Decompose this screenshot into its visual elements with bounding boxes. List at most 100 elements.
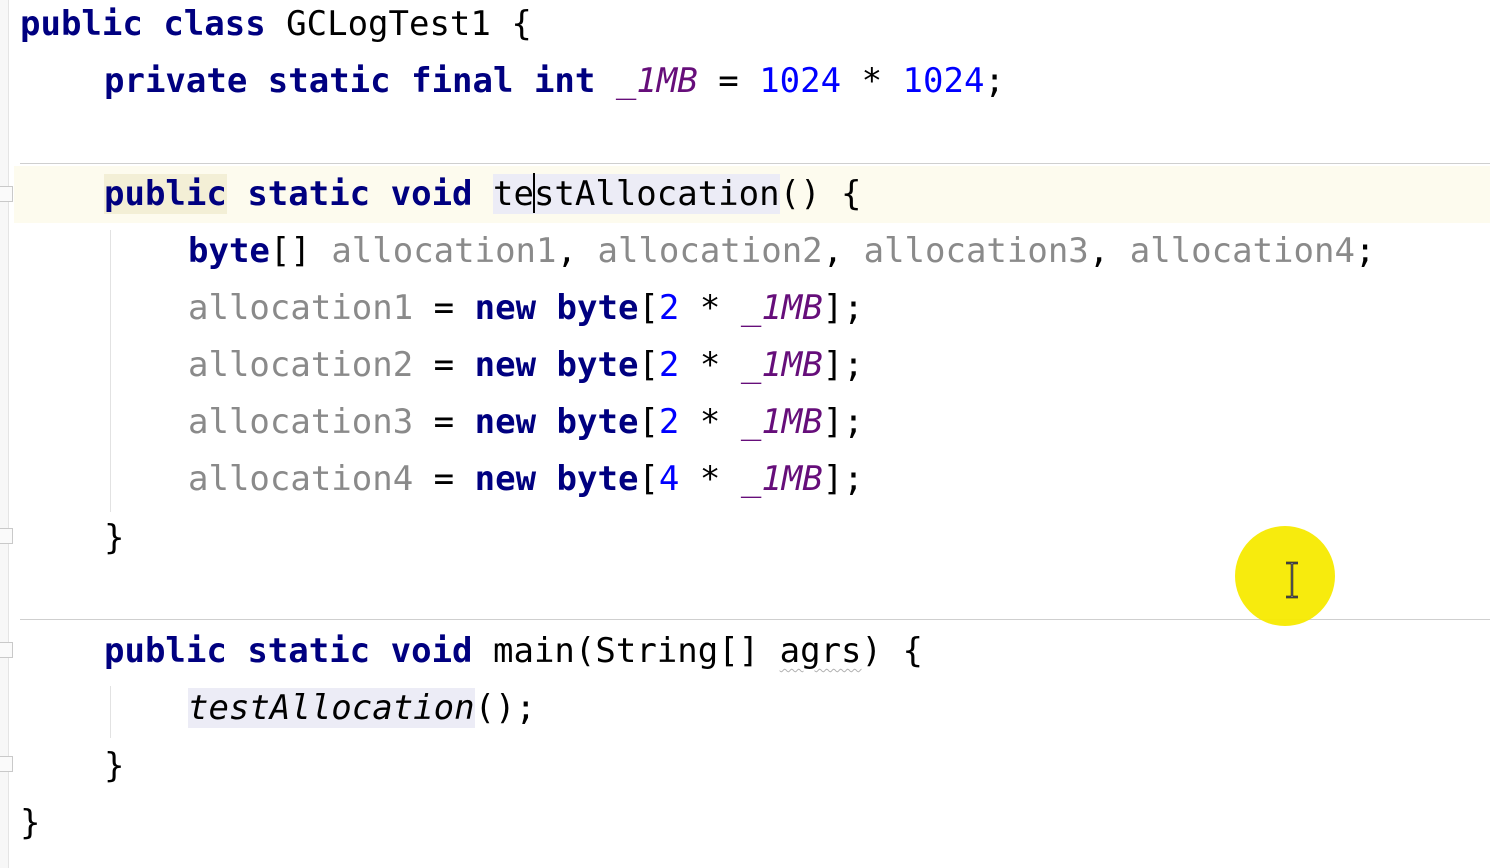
operator: = (433, 459, 455, 499)
semicolon: ; (1354, 231, 1376, 271)
static-field: _1MB (740, 288, 823, 328)
number: 2 (658, 402, 680, 442)
code-line-3[interactable]: public static void testAllocation() { (104, 166, 862, 223)
unused-variable: allocation4 (1129, 231, 1355, 271)
code-line-12[interactable]: } (104, 738, 124, 795)
keyword: byte (556, 459, 639, 499)
code-line-7[interactable]: allocation3 = new byte[2 * _1MB]; (188, 394, 864, 451)
brace: { (841, 174, 862, 214)
paren: ) (861, 631, 882, 671)
keyword: byte (556, 402, 639, 442)
number: 1024 (902, 61, 985, 101)
static-field: _1MB (740, 459, 823, 499)
operator: * (699, 345, 721, 385)
code-line-6[interactable]: allocation2 = new byte[2 * _1MB]; (188, 337, 864, 394)
indent-guide (110, 230, 111, 512)
param-name: agrs (779, 631, 862, 671)
keyword: new (474, 288, 537, 328)
static-field: _1MB (615, 61, 698, 101)
keyword: byte (556, 345, 639, 385)
static-field: _1MB (740, 345, 823, 385)
unused-variable: allocation2 (188, 345, 414, 385)
unused-variable: allocation4 (188, 459, 414, 499)
brace: } (104, 518, 125, 558)
bracket: [ (638, 345, 659, 385)
semicolon: ; (984, 61, 1005, 101)
bracket-semicolon: ]; (822, 345, 864, 385)
method-name-part: stAllocation (533, 174, 780, 214)
fold-icon-main[interactable] (0, 640, 14, 660)
bracket-semicolon: ]; (822, 459, 864, 499)
brace: } (104, 746, 125, 786)
brace: { (511, 4, 532, 44)
keyword: void (390, 174, 473, 214)
parens: () (779, 174, 821, 214)
operator: * (699, 288, 721, 328)
keyword: byte (556, 288, 639, 328)
brackets: [] (269, 231, 311, 271)
operator: = (433, 402, 455, 442)
unused-variable: allocation3 (188, 402, 414, 442)
comma: , (1088, 231, 1110, 271)
unused-variable: allocation1 (188, 288, 414, 328)
number: 2 (658, 345, 680, 385)
keyword: final (411, 61, 514, 101)
keyword: new (474, 459, 537, 499)
operator: * (861, 61, 883, 101)
i-beam-cursor-icon (1286, 561, 1298, 599)
code-line-2[interactable]: private static final int _1MB = 1024 * 1… (104, 53, 1005, 110)
operator: = (433, 288, 455, 328)
code-line-11[interactable]: testAllocation(); (188, 680, 536, 737)
number: 2 (658, 288, 680, 328)
keyword: static (247, 174, 371, 214)
brace: } (20, 803, 41, 843)
keyword: public (20, 4, 143, 44)
method-call[interactable]: testAllocation (188, 688, 475, 728)
static-field: _1MB (740, 402, 823, 442)
fold-icon-testallocation[interactable] (0, 184, 14, 204)
unused-variable: allocation3 (863, 231, 1089, 271)
comma: , (556, 231, 577, 271)
fold-end-icon-main[interactable] (0, 754, 14, 774)
number: 1024 (759, 61, 842, 101)
operator: = (718, 61, 739, 101)
code-line-13[interactable]: } (20, 795, 40, 852)
keyword: byte (188, 231, 270, 271)
code-line-4[interactable]: byte[] allocation1, allocation2, allocat… (188, 223, 1375, 280)
keyword: public (104, 631, 227, 671)
bracket-semicolon: ]; (822, 402, 864, 442)
keyword: static (267, 61, 391, 101)
keyword: new (474, 402, 537, 442)
code-line-10[interactable]: public static void main(String[] agrs) { (104, 623, 923, 680)
operator: * (699, 402, 721, 442)
bracket-semicolon: ]; (822, 288, 864, 328)
code-line-8[interactable]: allocation4 = new byte[4 * _1MB]; (188, 451, 864, 508)
paren: ( (574, 631, 596, 671)
fold-end-icon-testallocation[interactable] (0, 526, 14, 546)
keyword: static (247, 631, 371, 671)
class-name: GCLogTest1 (286, 4, 491, 44)
bracket: [ (638, 288, 659, 328)
editor-gutter[interactable] (0, 0, 9, 868)
unused-variable: allocation1 (331, 231, 557, 271)
code-line-5[interactable]: allocation1 = new byte[2 * _1MB]; (188, 280, 864, 337)
brace: { (902, 631, 923, 671)
keyword: private (104, 61, 248, 101)
operator: * (699, 459, 721, 499)
method-separator (20, 163, 1490, 164)
method-name-part: te (493, 174, 534, 214)
method-name[interactable]: testAllocation (493, 173, 780, 214)
number: 4 (658, 459, 680, 499)
method-name: main (493, 631, 575, 671)
code-line-1[interactable]: public class GCLogTest1 { (20, 0, 532, 53)
unused-variable: allocation2 (597, 231, 823, 271)
indent-guide (110, 686, 111, 738)
keyword: new (474, 345, 537, 385)
call-end: (); (474, 688, 536, 728)
param-type: String[] (595, 631, 760, 671)
keyword: int (533, 61, 596, 101)
comma: , (822, 231, 844, 271)
code-line-9[interactable]: } (104, 510, 124, 567)
keyword: void (390, 631, 473, 671)
bracket: [ (638, 459, 659, 499)
